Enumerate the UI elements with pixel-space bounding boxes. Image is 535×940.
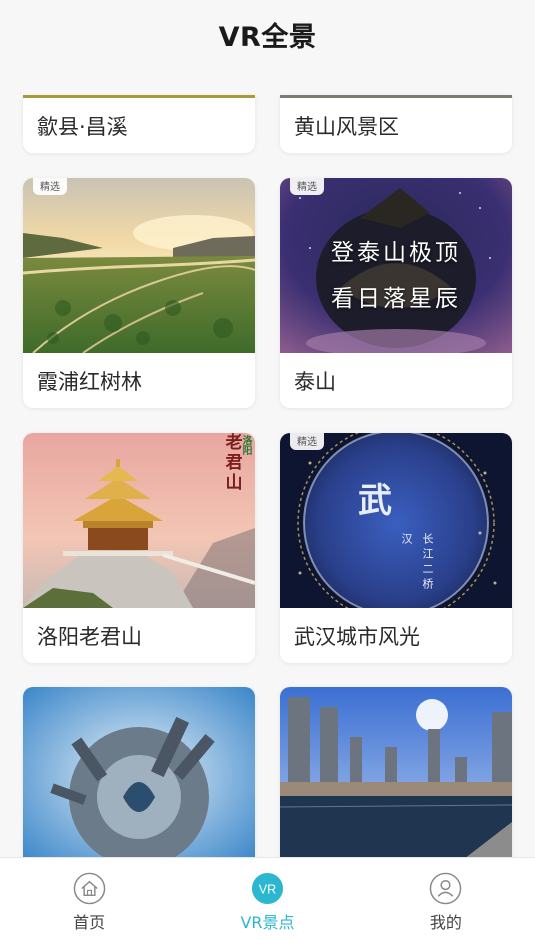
poster-line: 看日落星辰	[331, 286, 461, 312]
card-image	[23, 687, 255, 857]
bottom-tab-bar: 首页 VR VR景点 我的	[0, 857, 535, 940]
poster-vertical-1: 汉	[400, 533, 413, 544]
badge-featured: 精选	[33, 178, 67, 195]
badge-featured: 精选	[290, 433, 324, 450]
poster-line: 登泰山极顶	[331, 240, 461, 266]
page-title: VR全景	[218, 21, 317, 53]
poster-subtitle: 洛阳	[240, 435, 251, 455]
tab-mine-label: 我的	[429, 913, 462, 932]
poster-title: 武	[358, 481, 392, 521]
card-title: 武汉城市风光	[294, 624, 420, 649]
tab-vr-spots[interactable]: VR VR景点	[178, 858, 356, 940]
app-root: VR全景 歙县·昌溪 黄山风景区 精选 霞浦红树林 精选 登泰山极顶 看日落星辰…	[0, 0, 535, 940]
card-title: 泰山	[294, 369, 336, 394]
tab-home-label: 首页	[73, 913, 106, 932]
poster-vertical-2: 长江二桥	[421, 533, 434, 593]
tab-vr-spots-label: VR景点	[240, 913, 295, 932]
svg-text:VR: VR	[259, 882, 277, 896]
tab-mine[interactable]: 我的	[357, 858, 535, 940]
tab-home[interactable]: 首页	[0, 858, 178, 940]
poster-text: 登泰山极顶 看日落星辰	[280, 230, 512, 322]
scenic-card-taishan[interactable]: 精选 登泰山极顶 看日落星辰 泰山	[280, 178, 512, 408]
card-title: 歙县·昌溪	[37, 114, 128, 139]
card-title: 黄山风景区	[294, 114, 399, 139]
scenic-card-xiapu[interactable]: 精选 霞浦红树林	[23, 178, 255, 408]
city-planet-photo	[23, 687, 255, 857]
card-image: 精选 登泰山极顶 看日落星辰	[280, 178, 512, 353]
card-image: 精选	[23, 178, 255, 353]
scenic-card-shexian[interactable]: 歙县·昌溪	[23, 95, 255, 153]
card-image: 老君山 洛阳	[23, 433, 255, 608]
scenic-card-city-planet[interactable]	[23, 687, 255, 857]
scenic-card-huangshan[interactable]: 黄山风景区	[280, 95, 512, 153]
header: VR全景	[0, 0, 535, 68]
badge-featured: 精选	[290, 178, 324, 195]
card-image	[280, 687, 512, 857]
scenic-card-riverside[interactable]	[280, 687, 512, 857]
card-image: 精选 武 汉 长江二桥	[280, 433, 512, 608]
scenic-list[interactable]: 歙县·昌溪 黄山风景区 精选 霞浦红树林 精选 登泰山极顶 看日落星辰 泰山 老…	[0, 68, 535, 857]
vr-icon: VR	[251, 872, 284, 905]
mangrove-photo	[23, 178, 255, 353]
card-title: 洛阳老君山	[37, 624, 142, 649]
user-icon	[430, 872, 462, 905]
scenic-card-wuhan[interactable]: 精选 武 汉 长江二桥 武汉城市风光	[280, 433, 512, 663]
card-title: 霞浦红树林	[37, 369, 142, 394]
riverside-photo	[280, 687, 512, 857]
scenic-card-laojunshan[interactable]: 老君山 洛阳 洛阳老君山	[23, 433, 255, 663]
home-icon	[73, 872, 105, 905]
